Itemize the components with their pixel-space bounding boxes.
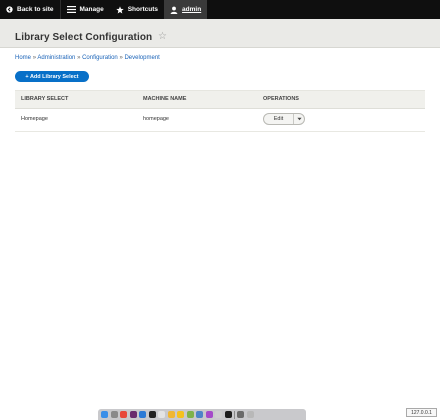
breadcrumb-separator: » [32,55,37,61]
edit-button[interactable]: Edit [264,116,293,122]
slack-icon[interactable] [129,411,137,418]
column-header-operations: OPERATIONS [263,96,299,102]
back-to-site-label: Back to site [17,6,54,13]
manage-label: Manage [79,6,104,13]
macos-dock [98,409,306,420]
back-to-site-link[interactable]: Back to site [0,0,60,19]
library-select-table: LIBRARY SELECT MACHINE NAME OPERATIONS H… [15,90,425,132]
phpstorm-icon[interactable] [205,411,213,418]
dropbutton-toggle-chevron-down-icon[interactable] [294,117,304,121]
user-icon [170,6,178,14]
iterm-icon[interactable] [224,411,232,418]
dock-divider [234,410,235,419]
library-select-name: Homepage [21,116,48,122]
trash-icon[interactable] [246,411,254,418]
shortcut-star-icon[interactable]: ☆ [158,31,167,42]
shortcuts-menu[interactable]: Shortcuts [110,0,164,19]
user-menu[interactable]: admin [164,0,208,19]
vscode-icon[interactable] [139,411,146,418]
add-library-select-button[interactable]: + Add Library Select [15,71,89,82]
column-header-library-select[interactable]: LIBRARY SELECT [21,96,68,102]
host-indicator: 127.0.0.1 [406,408,437,417]
column-header-machine-name[interactable]: MACHINE NAME [143,96,186,102]
downloads-icon[interactable] [237,411,244,418]
chrome-icon[interactable] [120,411,127,418]
user-label: admin [182,6,202,13]
table-header: LIBRARY SELECT MACHINE NAME OPERATIONS [15,90,425,109]
back-arrow-icon [6,6,13,13]
shortcuts-label: Shortcuts [127,6,159,13]
breadcrumb-home[interactable]: Home [15,55,31,61]
launchpad-icon[interactable] [110,411,118,418]
app-icon[interactable] [196,411,203,418]
preview-icon[interactable] [186,411,194,418]
admin-toolbar: Back to site Manage Shortcuts admin [0,0,440,19]
notes-icon[interactable] [215,411,222,418]
photos-icon[interactable] [167,411,175,418]
machine-name: homepage [143,116,169,122]
page-title: Library Select Configuration [15,32,153,43]
terminal-icon[interactable] [148,411,156,418]
star-icon [116,5,124,14]
breadcrumb-administration[interactable]: Administration [37,55,75,61]
manage-menu[interactable]: Manage [61,0,110,19]
breadcrumb-development[interactable]: Development [124,55,159,61]
page-header: Library Select Configuration ☆ [0,19,440,48]
breadcrumb: Home » Administration » Configuration » … [15,55,160,61]
finder-icon[interactable] [101,411,108,418]
breadcrumb-configuration[interactable]: Configuration [82,55,118,61]
operations-dropbutton: Edit [263,113,305,125]
table-row: Homepage homepage Edit [15,109,425,132]
breadcrumb-separator: » [119,55,123,61]
sketch-icon[interactable] [177,411,184,418]
hamburger-icon [66,6,76,13]
breadcrumb-separator: » [77,55,81,61]
textedit-icon[interactable] [158,411,165,418]
